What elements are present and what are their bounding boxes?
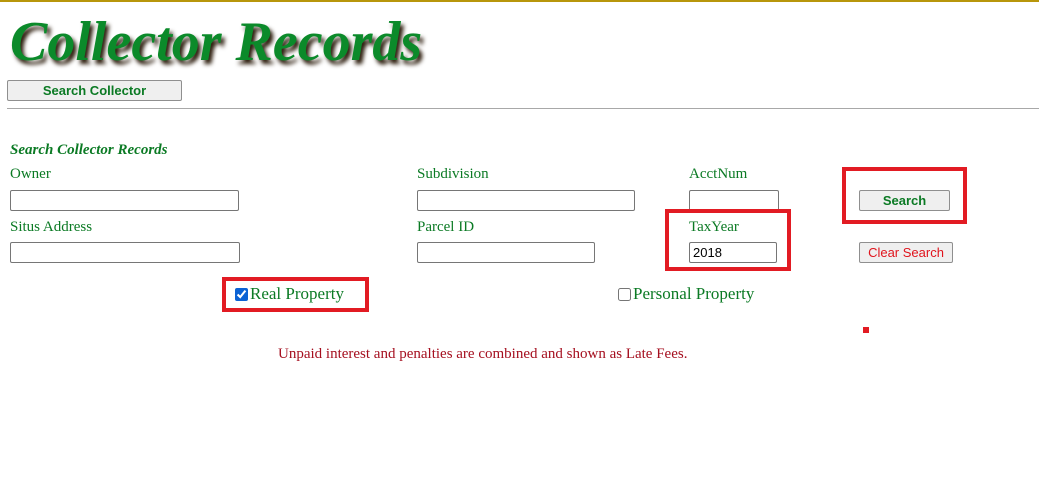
- personal-property-label: Personal Property: [633, 284, 755, 303]
- subdivision-label: Subdivision: [417, 166, 489, 182]
- owner-input[interactable]: [10, 190, 239, 211]
- personal-property-checkbox[interactable]: [618, 287, 631, 301]
- parcel-id-input[interactable]: [417, 242, 595, 263]
- real-property-highlight: [222, 277, 369, 312]
- search-button-highlight: [842, 167, 967, 224]
- top-rule: [0, 0, 1039, 2]
- clear-search-button[interactable]: Clear Search: [859, 242, 953, 263]
- situs-address-label: Situs Address: [10, 219, 93, 235]
- acctnum-label: AcctNum: [689, 166, 748, 182]
- situs-address-input[interactable]: [10, 242, 240, 263]
- owner-label: Owner: [10, 166, 51, 182]
- personal-property-option[interactable]: Personal Property: [618, 284, 754, 304]
- late-fees-notice: Unpaid interest and penalties are combin…: [278, 346, 688, 362]
- highlight-marker: [863, 327, 869, 333]
- subdivision-input[interactable]: [417, 190, 635, 211]
- parcel-id-label: Parcel ID: [417, 219, 475, 235]
- page-title: Collector Records: [10, 11, 423, 73]
- divider: [7, 108, 1039, 109]
- search-collector-button[interactable]: Search Collector: [7, 80, 182, 101]
- taxyear-highlight: [665, 209, 791, 271]
- section-title: Search Collector Records: [10, 142, 168, 158]
- acctnum-input[interactable]: [689, 190, 779, 211]
